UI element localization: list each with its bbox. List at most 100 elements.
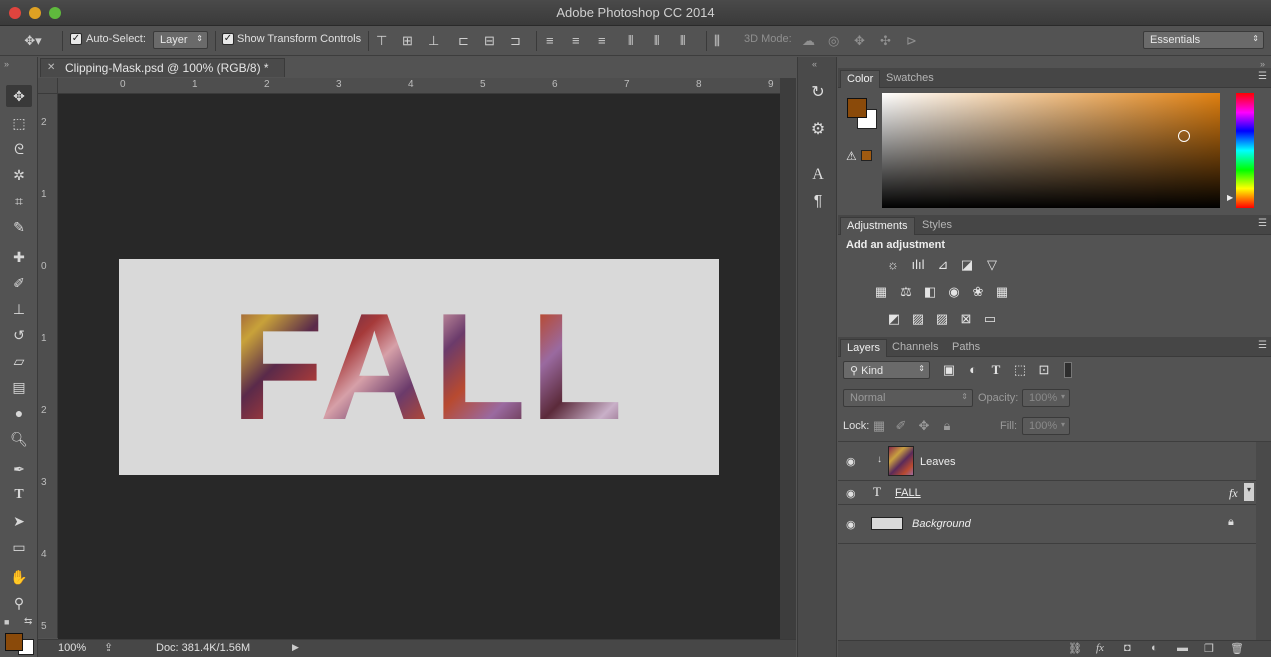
auto-select-dropdown[interactable]: Layer ⇕ — [153, 31, 208, 49]
3d-slide-icon[interactable]: ✣ — [880, 33, 891, 49]
distribute-hcenter-icon[interactable]: ⫴ — [654, 33, 659, 49]
curves-icon[interactable]: ⊿ — [934, 257, 952, 273]
move-tool-icon[interactable]: ✥ — [6, 85, 32, 107]
lasso-tool-icon[interactable]: ᘓ — [6, 138, 32, 160]
hue-saturation-icon[interactable]: ▦ — [872, 284, 890, 300]
add-mask-icon[interactable]: ◘ — [1124, 642, 1131, 654]
align-hcenter-icon[interactable]: ⊟ — [484, 33, 495, 49]
crop-tool-icon[interactable]: ⌗ — [6, 190, 32, 212]
expand-effects-icon[interactable]: ▾ — [1244, 483, 1254, 501]
lock-all-icon[interactable]: 🔒︎ — [938, 418, 956, 434]
pen-tool-icon[interactable]: ✒ — [6, 458, 32, 480]
3d-scale-icon[interactable]: ⊳ — [906, 33, 917, 49]
color-foreground-swatch[interactable] — [847, 98, 867, 118]
clone-stamp-tool-icon[interactable]: ⊥ — [6, 298, 32, 320]
black-white-icon[interactable]: ◧ — [921, 284, 939, 300]
gradient-tool-icon[interactable]: ▤ — [6, 376, 32, 398]
warning-icon[interactable]: ⚠ — [846, 149, 857, 163]
eraser-tool-icon[interactable]: ▱ — [6, 350, 32, 372]
zoom-tool-icon[interactable]: ⚲ — [6, 592, 32, 614]
align-top-icon[interactable]: ⊤ — [376, 33, 387, 49]
close-tab-icon[interactable]: ✕ — [47, 62, 55, 73]
vibrance-icon[interactable]: ▽ — [983, 257, 1001, 273]
auto-select-checkbox[interactable]: ✓ — [70, 33, 82, 45]
panel-menu-icon[interactable]: ☰ — [1258, 71, 1267, 82]
3d-drag-icon[interactable]: ✥ — [854, 33, 865, 49]
selective-color-icon[interactable]: ⊠ — [957, 311, 975, 327]
tab-layers[interactable]: Layers — [840, 339, 888, 357]
collapse-icon[interactable]: « — [812, 59, 817, 69]
tab-color[interactable]: Color — [840, 70, 881, 88]
collapse-icon[interactable]: » — [4, 59, 9, 69]
3d-roll-icon[interactable]: ◎ — [828, 33, 839, 49]
lock-position-icon[interactable]: ✥ — [915, 418, 933, 434]
filter-shape-icon[interactable]: ⬚ — [1011, 362, 1029, 378]
document-tab[interactable]: ✕ Clipping-Mask.psd @ 100% (RGB/8) * — [40, 58, 285, 77]
hand-tool-icon[interactable]: ✋ — [6, 566, 32, 588]
tab-swatches[interactable]: Swatches — [880, 70, 940, 88]
move-tool-preset-icon[interactable]: ✥▾ — [22, 33, 44, 49]
opacity-field[interactable]: 100% ▾ — [1022, 389, 1070, 407]
fill-field[interactable]: 100% ▾ — [1022, 417, 1070, 435]
layer-row-leaves[interactable]: ◉ ↓ Leaves — [838, 442, 1256, 481]
lock-transparent-icon[interactable]: ▦ — [870, 418, 888, 434]
distribute-right-icon[interactable]: ⫴ — [680, 33, 685, 49]
layers-scrollbar[interactable] — [1256, 442, 1271, 640]
blend-mode-dropdown[interactable]: Normal ⇕ — [843, 389, 973, 407]
layer-filter-dropdown[interactable]: ⚲ Kind ⇕ — [843, 361, 930, 379]
layer-row-fall[interactable]: ◉ T FALL fx ▾ — [838, 481, 1256, 505]
zoom-level[interactable]: 100% — [58, 642, 86, 654]
gradient-map-icon[interactable]: ▭ — [981, 311, 999, 327]
distribute-bottom-icon[interactable]: ≡ — [598, 33, 606, 49]
auto-align-icon[interactable]: ⫼ — [714, 33, 720, 49]
show-transform-checkbox[interactable]: ✓ — [222, 33, 234, 45]
foreground-color-swatch[interactable] — [5, 633, 23, 651]
doc-info[interactable]: Doc: 381.4K/1.56M — [156, 642, 250, 654]
delete-layer-icon[interactable]: 🗑︎ — [1230, 642, 1244, 655]
align-left-icon[interactable]: ⊏ — [458, 33, 469, 49]
swap-colors-icon[interactable]: ⇆ — [24, 616, 32, 627]
visibility-eye-icon[interactable]: ◉ — [846, 455, 860, 468]
document-canvas[interactable]: FALL — [119, 259, 719, 475]
lock-pixels-icon[interactable]: ✐ — [892, 418, 910, 434]
visibility-eye-icon[interactable]: ◉ — [846, 487, 860, 500]
align-bottom-icon[interactable]: ⊥ — [428, 33, 439, 49]
levels-icon[interactable]: ılıl — [909, 257, 927, 273]
distribute-vcenter-icon[interactable]: ≡ — [572, 33, 580, 49]
rectangle-tool-icon[interactable]: ▭ — [6, 536, 32, 558]
new-group-icon[interactable]: ▬ — [1177, 642, 1188, 654]
brush-tool-icon[interactable]: ✐ — [6, 272, 32, 294]
new-layer-icon[interactable]: ❐ — [1204, 642, 1214, 655]
paragraph-panel-icon[interactable]: ¶ — [806, 191, 830, 213]
default-colors-icon[interactable]: ■ — [4, 617, 9, 627]
visibility-eye-icon[interactable]: ◉ — [846, 518, 860, 531]
layer-effects-icon[interactable]: fx — [1229, 486, 1238, 501]
color-picker-cursor[interactable] — [1178, 130, 1190, 142]
panel-menu-icon[interactable]: ☰ — [1258, 340, 1267, 351]
history-brush-tool-icon[interactable]: ↺ — [6, 324, 32, 346]
filter-adjustment-icon[interactable]: ◐ — [964, 362, 982, 378]
channel-mixer-icon[interactable]: ❀ — [969, 284, 987, 300]
exposure-icon[interactable]: ◪ — [958, 257, 976, 273]
add-style-icon[interactable]: fx — [1096, 642, 1104, 654]
status-menu-arrow-icon[interactable]: ▶ — [292, 642, 299, 653]
color-balance-icon[interactable]: ⚖ — [897, 284, 915, 300]
ruler-origin[interactable] — [38, 78, 58, 94]
hue-slider-handle-icon[interactable]: ▶ — [1227, 193, 1233, 202]
gamut-swatch[interactable] — [861, 150, 872, 161]
workspace-dropdown[interactable]: Essentials ⇕ — [1143, 31, 1264, 49]
filter-toggle-switch[interactable] — [1064, 362, 1072, 378]
share-icon[interactable]: ⇪ — [104, 641, 113, 654]
eyedropper-tool-icon[interactable]: ✎ — [6, 216, 32, 238]
vertical-scrollbar[interactable] — [780, 78, 796, 639]
panel-menu-icon[interactable]: ☰ — [1258, 218, 1267, 229]
magic-wand-tool-icon[interactable]: ✲ — [6, 164, 32, 186]
distribute-top-icon[interactable]: ≡ — [546, 33, 554, 49]
color-lookup-icon[interactable]: ▦ — [993, 284, 1011, 300]
filter-smart-object-icon[interactable]: ⊡ — [1035, 362, 1053, 378]
type-tool-icon[interactable]: T — [6, 484, 32, 506]
character-panel-icon[interactable]: A — [806, 164, 830, 186]
history-panel-icon[interactable]: ↻ — [806, 82, 830, 104]
layer-row-background[interactable]: ◉ Background 🔒︎ — [838, 505, 1256, 544]
tab-paths[interactable]: Paths — [946, 339, 986, 357]
